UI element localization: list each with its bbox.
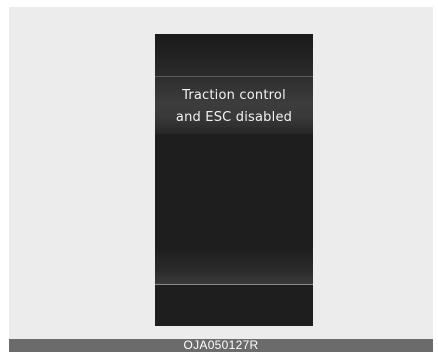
figure-code: OJA050127R (183, 338, 259, 352)
display-bottom-band (155, 248, 313, 285)
message-line-2: and ESC disabled (175, 110, 293, 125)
figure-caption-bar: OJA050127R (9, 339, 433, 352)
display-top-band (155, 34, 313, 76)
instrument-cluster-display: Traction control and ESC disabled (155, 34, 313, 326)
figure-panel: Traction control and ESC disabled (9, 7, 433, 339)
message-line-1: Traction control (182, 88, 286, 103)
warning-message-box: Traction control and ESC disabled (155, 76, 313, 134)
